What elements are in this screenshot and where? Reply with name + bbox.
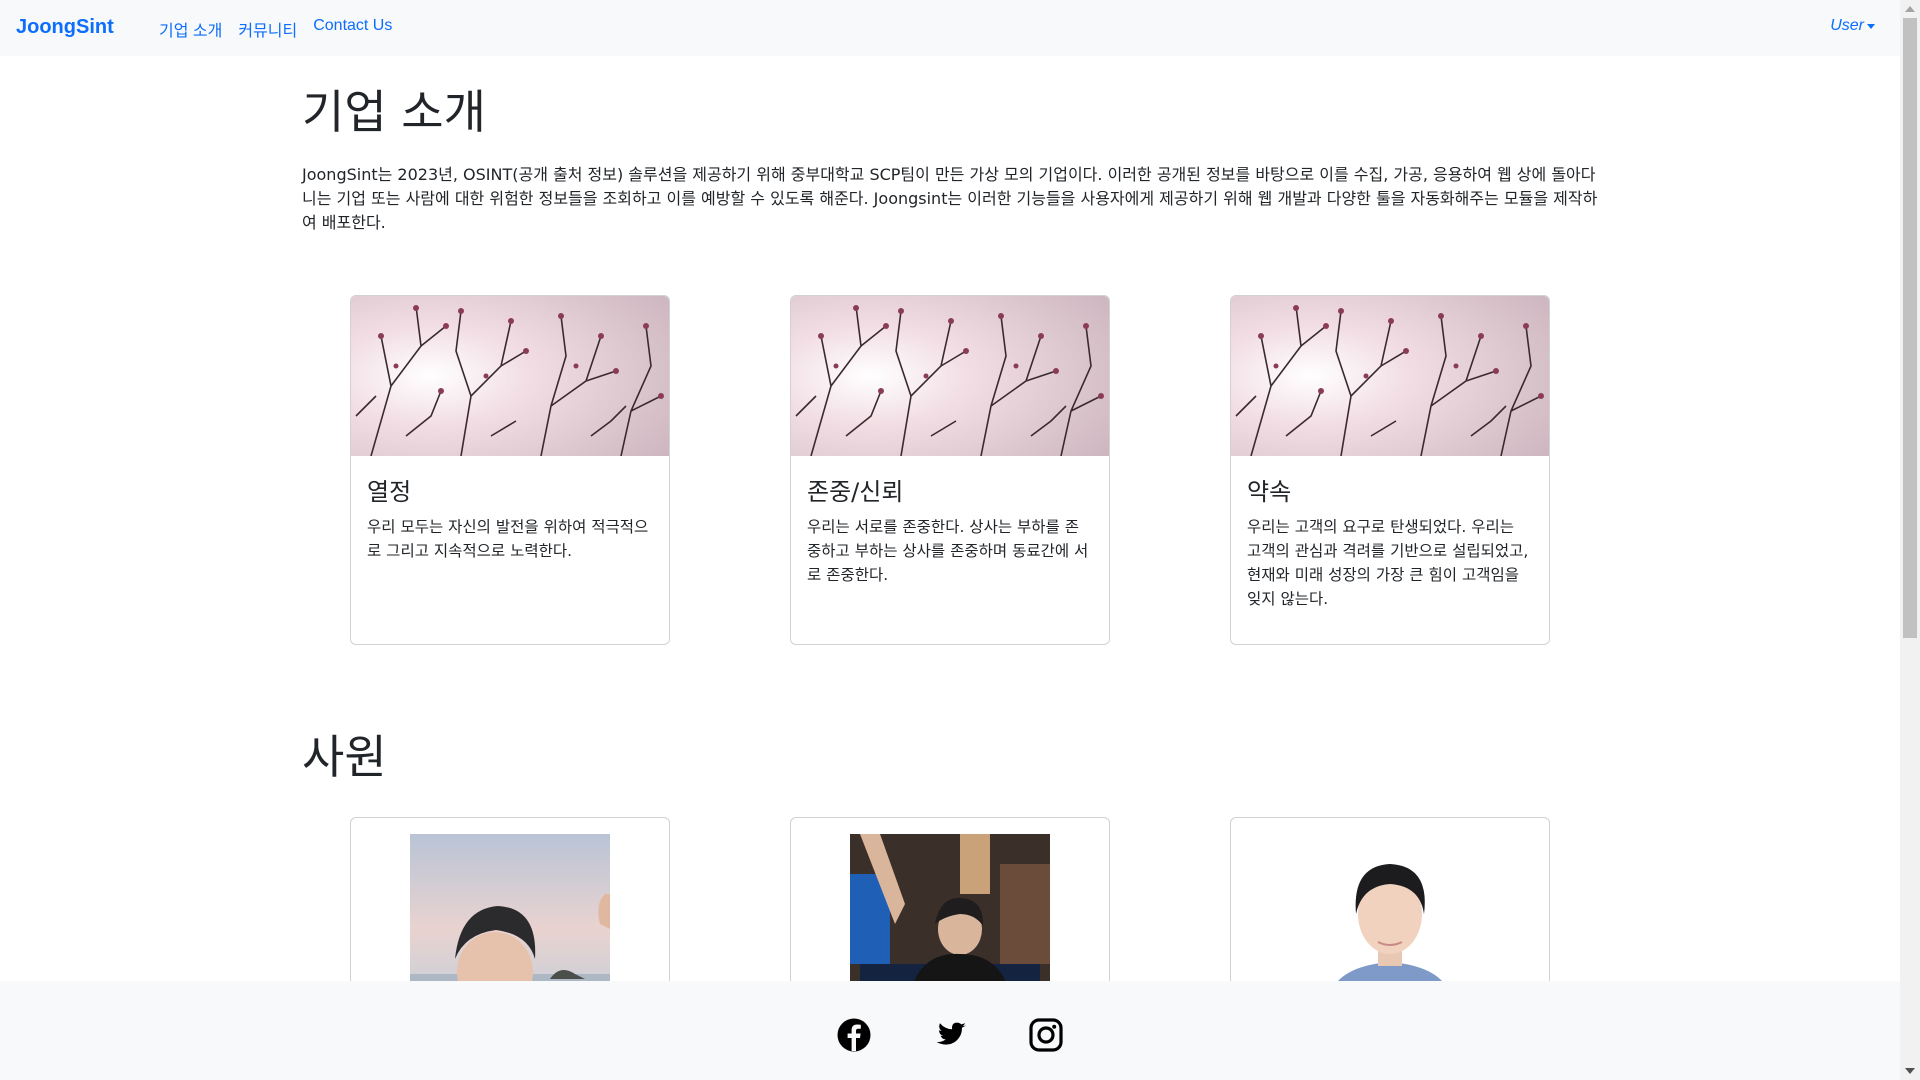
blossom-branches-image — [351, 296, 669, 456]
instagram-icon[interactable] — [1028, 1017, 1064, 1053]
page-scrollbar[interactable] — [1900, 0, 1920, 1080]
about-title: 기업 소개 — [302, 85, 486, 139]
staff-photo — [410, 834, 610, 994]
value-card-promise: 약속 우리는 고객의 요구로 탄생되었다. 우리는 고객의 관심과 격려를 기반… — [1230, 295, 1550, 645]
card-body: 약속 우리는 고객의 요구로 탄생되었다. 우리는 고객의 관심과 격려를 기반… — [1231, 456, 1549, 627]
facebook-icon[interactable] — [836, 1017, 872, 1053]
card-text: 우리 모두는 자신의 발전을 위하여 적극적으로 그리고 지속적으로 노력한다. — [367, 518, 649, 560]
scrollbar-thumb[interactable] — [1903, 18, 1917, 638]
card-text: 우리는 서로를 존중한다. 상사는 부하를 존중하고 부하는 상사를 존중하며 … — [807, 518, 1089, 584]
staff-photo — [850, 834, 1050, 994]
nav-link-about[interactable]: 기업 소개 — [159, 17, 222, 41]
value-card-respect: 존중/신뢰 우리는 서로를 존중한다. 상사는 부하를 존중하고 부하는 상사를… — [790, 295, 1110, 645]
staff-photo — [1290, 834, 1490, 994]
scroll-down-arrow-icon[interactable] — [1905, 1068, 1915, 1074]
twitter-icon[interactable] — [932, 1017, 968, 1053]
staff-title: 사원 — [302, 730, 387, 784]
card-title: 열정 — [367, 478, 412, 506]
nav-link-contact[interactable]: Contact Us — [313, 17, 392, 41]
nav-links: 기업 소개 커뮤니티 Contact Us — [159, 17, 392, 41]
blossom-branches-image — [1231, 296, 1549, 456]
about-intro: JoongSint는 2023년, OSINT(공개 출처 정보) 솔루션을 제… — [302, 165, 1598, 232]
caret-down-icon — [1867, 23, 1875, 29]
blossom-branches-image — [791, 296, 1109, 456]
card-title: 존중/신뢰 — [807, 478, 904, 506]
brand-logo[interactable]: JoongSint — [16, 16, 114, 39]
value-card-passion: 열정 우리 모두는 자신의 발전을 위하여 적극적으로 그리고 지속적으로 노력… — [350, 295, 670, 645]
card-body: 존중/신뢰 우리는 서로를 존중한다. 상사는 부하를 존중하고 부하는 상사를… — [791, 456, 1109, 603]
footer — [0, 981, 1900, 1080]
card-body: 열정 우리 모두는 자신의 발전을 위하여 적극적으로 그리고 지속적으로 노력… — [351, 456, 669, 579]
navbar: JoongSint 기업 소개 커뮤니티 Contact Us User — [0, 0, 1900, 56]
user-dropdown-label: User — [1830, 17, 1864, 34]
card-text: 우리는 고객의 요구로 탄생되었다. 우리는 고객의 관심과 격려를 기반으로 … — [1247, 518, 1529, 608]
nav-link-community[interactable]: 커뮤니티 — [238, 17, 297, 41]
card-title: 약속 — [1247, 478, 1292, 506]
user-dropdown[interactable]: User — [1830, 17, 1875, 35]
scroll-up-arrow-icon[interactable] — [1905, 6, 1915, 12]
